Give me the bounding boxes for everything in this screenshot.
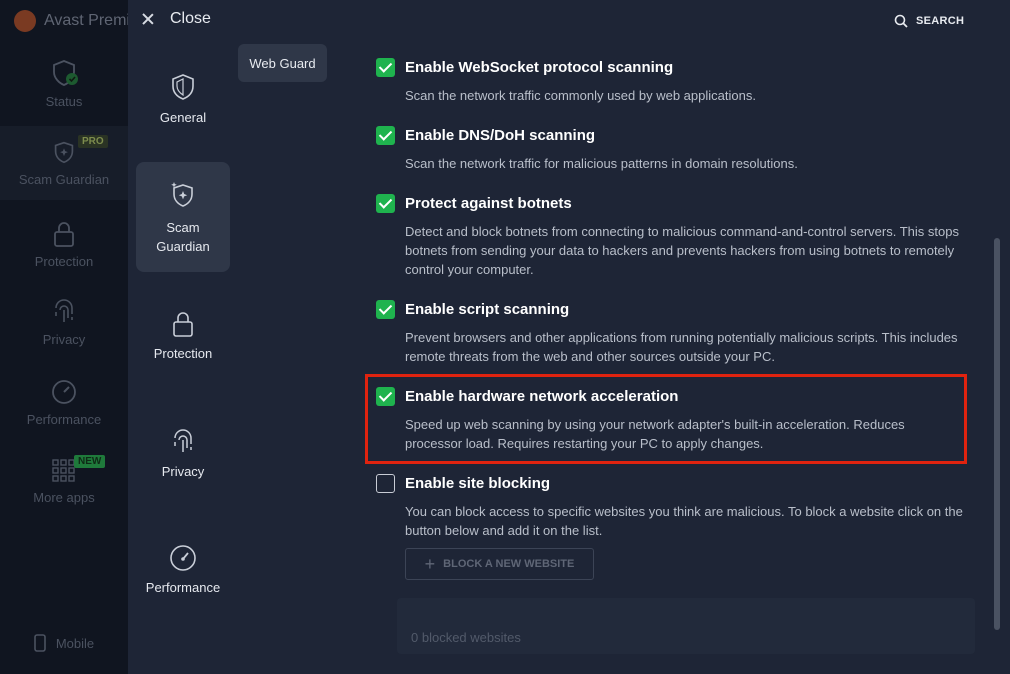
lock-icon: [54, 222, 74, 247]
pro-badge: PRO: [78, 135, 108, 148]
blocked-count-text: 0 blocked websites: [411, 630, 521, 645]
bg-nav-scam-guardian: Scam Guardian: [0, 126, 128, 200]
setting-title: Enable site blocking: [405, 475, 551, 492]
bg-nav-performance: Performance: [0, 378, 128, 427]
setting-description: Prevent browsers and other applications …: [405, 330, 958, 364]
avast-logo-icon: [14, 10, 36, 32]
lock-icon: [173, 312, 193, 337]
fingerprint-icon: [55, 299, 73, 322]
category-label: Protection: [153, 346, 213, 361]
bg-nav-label: Status: [45, 94, 83, 109]
bg-nav-label: More apps: [33, 490, 95, 505]
setting-botnet-protection: Protect against botnets Detect and block…: [376, 194, 966, 279]
setting-title: Enable DNS/DoH scanning: [405, 127, 596, 144]
setting-dns-doh-scanning: Enable DNS/DoH scanning Scan the network…: [376, 126, 966, 173]
tab-web-guard[interactable]: Web Guard: [238, 44, 327, 82]
search-button[interactable]: SEARCH: [894, 14, 964, 28]
script-scanning-checkbox[interactable]: [376, 300, 395, 319]
site-blocking-checkbox[interactable]: [376, 474, 395, 493]
fingerprint-icon: [174, 429, 192, 452]
category-protection[interactable]: Protection: [136, 310, 230, 361]
shield-icon: [172, 74, 194, 100]
close-label: Close: [170, 10, 211, 27]
setting-description: Detect and block botnets from connecting…: [405, 224, 959, 277]
category-label: Privacy: [161, 464, 205, 479]
setting-title: Enable WebSocket protocol scanning: [405, 59, 674, 76]
bg-nav-label: Privacy: [42, 332, 86, 347]
bg-nav-label: Protection: [34, 254, 94, 269]
botnet-protection-checkbox[interactable]: [376, 194, 395, 213]
category-label: Scam Guardian: [156, 220, 210, 254]
setting-description: You can block access to specific website…: [405, 504, 963, 538]
sparkle-shield-icon: [54, 141, 74, 164]
close-button[interactable]: Close: [140, 10, 211, 28]
gauge-icon: [170, 545, 196, 571]
bg-nav-status: Status: [0, 58, 128, 109]
setting-title: Enable script scanning: [405, 301, 570, 318]
bg-nav-more-apps: More apps: [0, 458, 128, 505]
search-label: SEARCH: [916, 15, 965, 27]
category-performance[interactable]: Performance: [136, 544, 230, 595]
bg-nav-protection: Protection: [0, 220, 128, 269]
phone-icon: [34, 634, 46, 652]
close-icon: [140, 11, 156, 27]
bg-nav-privacy: Privacy: [0, 298, 128, 347]
app-title: Avast Premi: [14, 10, 130, 32]
scrollbar-thumb[interactable]: [994, 238, 1000, 630]
category-privacy[interactable]: Privacy: [136, 428, 230, 479]
blocked-websites-list: 0 blocked websites: [397, 598, 975, 654]
category-label: Performance: [145, 580, 221, 595]
category-label: General: [159, 110, 207, 125]
setting-description: Scan the network traffic for malicious p…: [405, 156, 798, 171]
app-title-text: Avast Premi: [44, 12, 130, 29]
block-button-label: BLOCK A NEW WEBSITE: [443, 558, 575, 570]
gauge-icon: [52, 380, 76, 404]
setting-description: Scan the network traffic commonly used b…: [405, 88, 756, 103]
search-icon: [894, 14, 908, 28]
dns-doh-scanning-checkbox[interactable]: [376, 126, 395, 145]
new-badge: NEW: [74, 455, 106, 468]
block-new-website-button[interactable]: + BLOCK A NEW WEBSITE: [405, 548, 594, 580]
category-general[interactable]: General: [136, 72, 230, 125]
websocket-scanning-checkbox[interactable]: [376, 58, 395, 77]
setting-title: Protect against botnets: [405, 195, 572, 212]
bg-nav-label: Mobile: [55, 635, 95, 651]
bg-nav-mobile: Mobile: [0, 634, 128, 652]
highlight-box: [365, 374, 967, 464]
bg-nav-label: Performance: [26, 412, 102, 427]
plus-icon: +: [424, 553, 436, 574]
category-scam-guardian[interactable]: Scam Guardian: [136, 162, 230, 272]
setting-site-blocking: Enable site blocking You can block acces…: [376, 474, 966, 540]
shield-check-icon: [53, 60, 78, 86]
bg-nav-label: Scam Guardian: [18, 172, 110, 187]
setting-script-scanning: Enable script scanning Prevent browsers …: [376, 300, 966, 366]
background-app: Avast Premi Status Scam Guardian PRO Pro…: [0, 0, 130, 674]
setting-websocket-scanning: Enable WebSocket protocol scanning Scan …: [376, 58, 966, 105]
sparkle-shield-icon: [171, 182, 193, 207]
